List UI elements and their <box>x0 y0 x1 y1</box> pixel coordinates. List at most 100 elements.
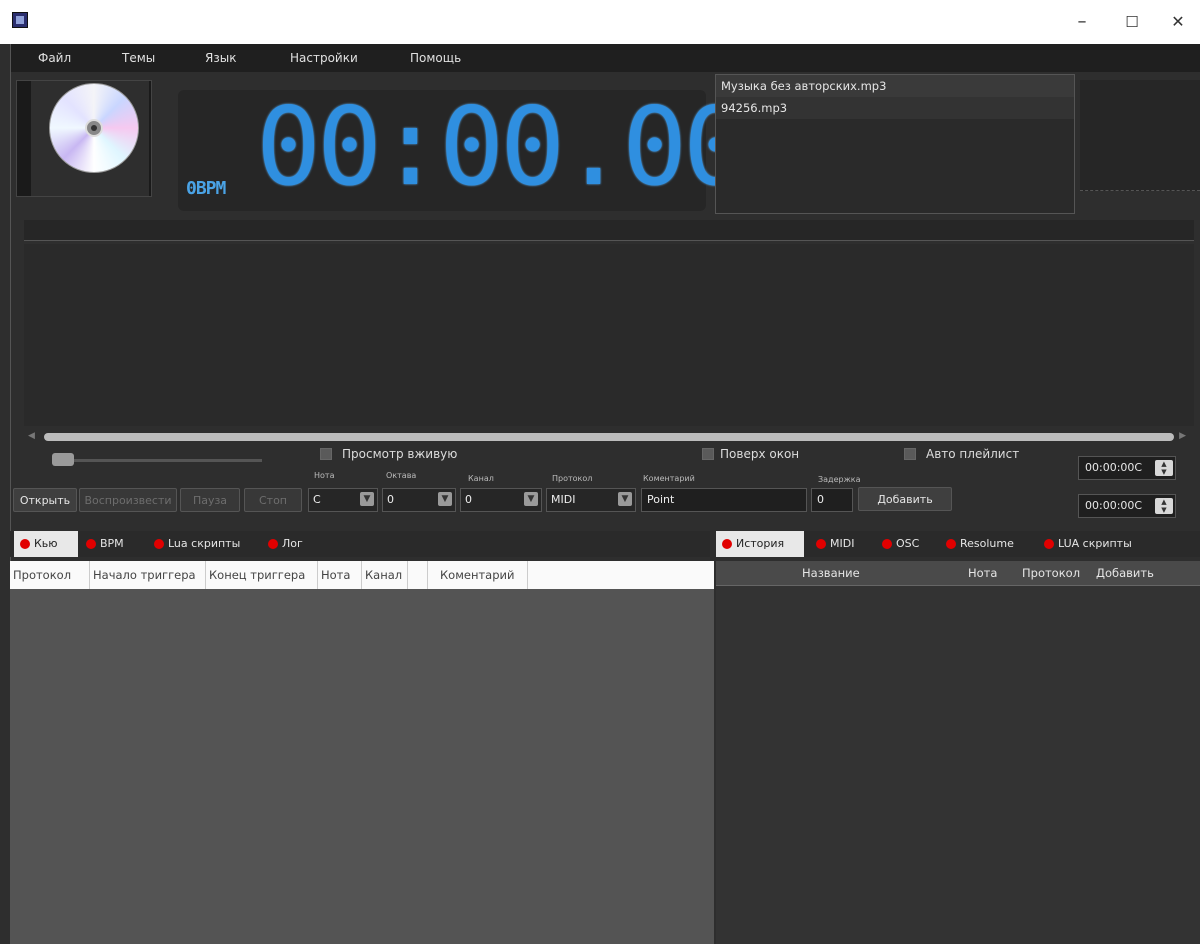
tab-label: История <box>736 537 785 550</box>
app-icon <box>12 12 28 28</box>
column-header[interactable]: Протокол <box>10 561 90 589</box>
record-dot-icon <box>20 539 30 549</box>
playlist-item[interactable]: 94256.mp3 <box>716 97 1074 119</box>
stop-button[interactable]: Стоп <box>244 488 302 512</box>
left-tab-bar: Кью BPM Lua скрипты Лог <box>10 531 710 557</box>
menu-settings[interactable]: Настройки <box>290 51 358 65</box>
tab-resolume[interactable]: Resolume <box>940 531 1034 557</box>
tab-label: OSC <box>896 537 920 550</box>
volume-slider-thumb[interactable] <box>52 453 74 466</box>
cue-table-header: Протокол Начало триггера Конец триггера … <box>10 561 714 589</box>
play-button[interactable]: Воспроизвести <box>79 488 177 512</box>
open-button[interactable]: Открыть <box>13 488 77 512</box>
maximize-button[interactable]: ☐ <box>1112 10 1152 34</box>
column-header[interactable]: Канал <box>362 561 408 589</box>
record-dot-icon <box>1044 539 1054 549</box>
tab-lua-scripts-right[interactable]: LUA скрипты <box>1038 531 1150 557</box>
column-header[interactable]: Нота <box>968 561 997 585</box>
chevron-down-icon: ▼ <box>524 492 538 506</box>
side-panel <box>1080 80 1200 191</box>
note-label: Нота <box>314 471 335 480</box>
tab-history[interactable]: История <box>716 531 804 557</box>
menu-file[interactable]: Файл <box>38 51 71 65</box>
record-dot-icon <box>882 539 892 549</box>
tab-bpm[interactable]: BPM <box>80 531 146 557</box>
protocol-select[interactable]: MIDI ▼ <box>546 488 636 512</box>
note-select-value: C <box>313 493 321 506</box>
scrollbar-thumb[interactable] <box>44 433 1174 441</box>
horizontal-scrollbar[interactable]: ◀ ▶ <box>24 431 1200 445</box>
tab-log[interactable]: Лог <box>262 531 322 557</box>
menu-language[interactable]: Язык <box>205 51 236 65</box>
live-view-label: Просмотр вживую <box>342 447 458 461</box>
auto-playlist-checkbox[interactable] <box>904 448 916 460</box>
end-time-spinner[interactable]: 00:00:00C ▲ ▼ <box>1078 494 1176 518</box>
column-header[interactable]: Добавить <box>1096 561 1154 585</box>
time-display: 0BPM 00:00.00 <box>178 88 748 211</box>
scroll-right-icon[interactable]: ▶ <box>1179 431 1186 441</box>
octave-select-value: 0 <box>387 493 394 506</box>
delay-input[interactable]: 0 <box>811 488 853 512</box>
channel-label: Канал <box>468 474 494 483</box>
column-header[interactable]: Название <box>802 561 860 585</box>
tab-lua-scripts[interactable]: Lua скрипты <box>148 531 260 557</box>
start-time-value: 00:00:00C <box>1085 461 1143 474</box>
on-top-label: Поверх окон <box>720 447 800 461</box>
album-cover <box>16 80 152 197</box>
column-header[interactable] <box>408 561 428 589</box>
channel-select-value: 0 <box>465 493 472 506</box>
tab-label: BPM <box>100 537 124 550</box>
chevron-down-icon: ▼ <box>618 492 632 506</box>
tab-label: Лог <box>282 537 303 550</box>
scroll-left-icon[interactable]: ◀ <box>28 431 35 441</box>
tab-label: LUA скрипты <box>1058 537 1132 550</box>
end-time-value: 00:00:00C <box>1085 499 1143 512</box>
channel-select[interactable]: 0 ▼ <box>460 488 542 512</box>
seek-bar[interactable] <box>24 220 1194 241</box>
menu-themes[interactable]: Темы <box>122 51 155 65</box>
minimize-button[interactable]: – <box>1062 10 1102 34</box>
playlist[interactable]: Музыка без авторских.mp3 94256.mp3 <box>715 74 1075 214</box>
bpm-readout: 0BPM <box>186 178 226 199</box>
octave-label: Октава <box>386 471 417 480</box>
protocol-label: Протокол <box>552 474 593 483</box>
comment-input[interactable]: Point <box>641 488 807 512</box>
comment-label: Коментарий <box>643 474 695 483</box>
record-dot-icon <box>722 539 732 549</box>
column-header[interactable]: Коментарий <box>428 561 528 589</box>
record-dot-icon <box>816 539 826 549</box>
menu-help[interactable]: Помощь <box>410 51 461 65</box>
time-readout: 00:00.00 <box>256 85 748 210</box>
record-dot-icon <box>86 539 96 549</box>
volume-slider-track[interactable] <box>54 459 262 462</box>
column-header[interactable]: Протокол <box>1022 561 1080 585</box>
playlist-item[interactable]: Музыка без авторских.mp3 <box>716 75 1074 97</box>
history-table[interactable] <box>716 561 1200 944</box>
title-bar: – ☐ ✕ <box>0 0 1200 44</box>
tab-cue[interactable]: Кью <box>14 531 78 557</box>
live-view-checkbox[interactable] <box>320 448 332 460</box>
right-tab-bar: История MIDI OSC Resolume LUA скрипты <box>716 531 1200 557</box>
add-button[interactable]: Добавить <box>858 487 952 511</box>
tab-label: Кью <box>34 537 58 550</box>
octave-select[interactable]: 0 ▼ <box>382 488 456 512</box>
tab-osc[interactable]: OSC <box>876 531 936 557</box>
start-time-spinner[interactable]: 00:00:00C ▲ ▼ <box>1078 456 1176 480</box>
on-top-checkbox[interactable] <box>702 448 714 460</box>
record-dot-icon <box>946 539 956 549</box>
column-header[interactable]: Конец триггера <box>206 561 318 589</box>
cue-table[interactable] <box>10 561 714 944</box>
record-dot-icon <box>154 539 164 549</box>
tab-midi[interactable]: MIDI <box>810 531 872 557</box>
note-select[interactable]: C ▼ <box>308 488 378 512</box>
column-header[interactable]: Нота <box>318 561 362 589</box>
delay-label: Задержка <box>818 475 861 484</box>
close-button[interactable]: ✕ <box>1158 10 1198 34</box>
pause-button[interactable]: Пауза <box>180 488 240 512</box>
spinner-arrows-icon[interactable]: ▲ ▼ <box>1155 460 1173 476</box>
record-dot-icon <box>268 539 278 549</box>
column-header[interactable]: Начало триггера <box>90 561 206 589</box>
waveform-area[interactable] <box>24 244 1194 426</box>
history-table-header: Название Нота Протокол Добавить <box>716 561 1200 586</box>
spinner-arrows-icon[interactable]: ▲ ▼ <box>1155 498 1173 514</box>
